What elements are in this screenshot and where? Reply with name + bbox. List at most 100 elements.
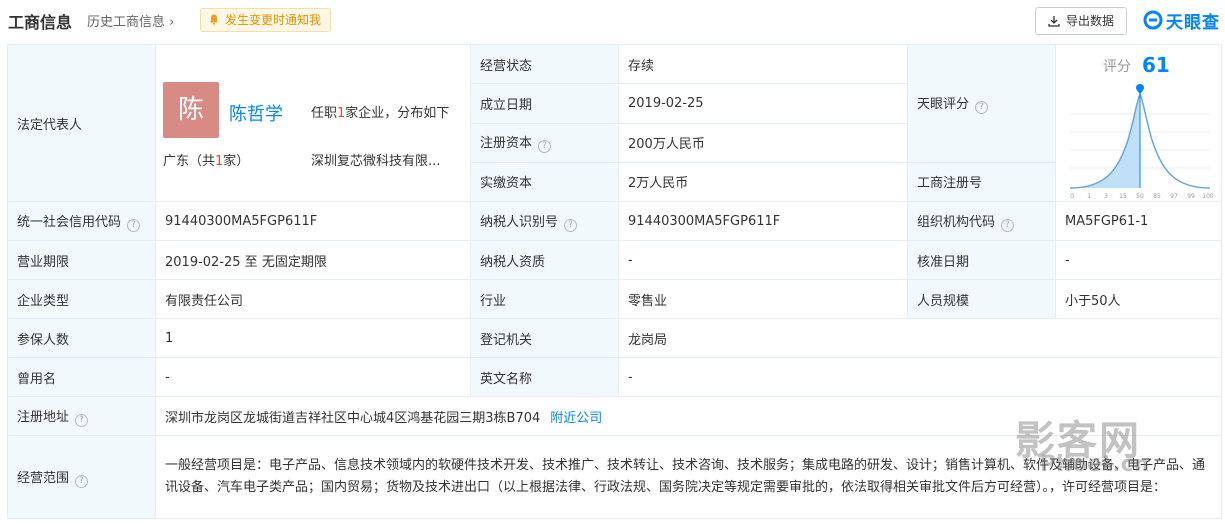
logo-icon bbox=[1143, 10, 1163, 30]
score-distribution-chart: 0 1 3 15 50 85 97 99 100 bbox=[1069, 84, 1214, 200]
paid-capital-value: 2万人民币 bbox=[618, 161, 908, 203]
bell-icon bbox=[209, 14, 219, 25]
address-label-text: 注册地址 bbox=[17, 409, 70, 425]
help-icon[interactable]: ? bbox=[1001, 218, 1015, 232]
credit-label-text: 统一社会信用代码 bbox=[17, 214, 122, 230]
tianyan-score-label: 天眼评分? bbox=[907, 44, 1056, 163]
watermark-sub: Phoet.cn bbox=[1040, 452, 1150, 477]
capital-label-text: 注册资本 bbox=[480, 136, 533, 152]
positions-prefix: 任职 bbox=[311, 106, 338, 121]
export-data-button[interactable]: 导出数据 bbox=[1035, 7, 1127, 35]
tax-qualification-value: - bbox=[618, 240, 908, 280]
score-tick-label: 99 bbox=[1187, 193, 1195, 200]
table-row: 法定代表人 陈 陈哲学 任职1家企业，分布如下 广东（共1家） 深圳复芯微科技有… bbox=[7, 43, 1222, 202]
industry-value: 零售业 bbox=[618, 279, 908, 319]
help-icon[interactable]: ? bbox=[975, 100, 989, 114]
score-axis-ticks: 0 1 3 15 50 85 97 99 100 bbox=[1070, 193, 1214, 200]
status-value: 存续 bbox=[618, 43, 908, 85]
chevron-right-icon: › bbox=[169, 15, 175, 30]
credit-code-value: 91440300MA5FGP611F bbox=[155, 201, 471, 241]
staff-size-value: 小于50人 bbox=[1055, 279, 1222, 319]
score-tick-label: 1 bbox=[1087, 193, 1091, 200]
legal-rep-cell: 陈 陈哲学 任职1家企业，分布如下 广东（共1家） 深圳复芯微科技有限... bbox=[155, 44, 471, 202]
address-value: 深圳市龙岗区龙城街道吉祥社区中心城4区鸿基花园三期3栋B704 bbox=[165, 410, 541, 426]
export-label: 导出数据 bbox=[1066, 14, 1115, 28]
tianyancha-logo: 天眼查 bbox=[1143, 7, 1220, 33]
approve-date-label: 核准日期 bbox=[907, 240, 1056, 280]
legal-rep-region[interactable]: 广东（共1家） bbox=[163, 150, 249, 169]
orgcode-label-text: 组织机构代码 bbox=[917, 214, 996, 230]
staff-size-label: 人员规模 bbox=[907, 279, 1056, 319]
help-icon[interactable]: ? bbox=[127, 218, 141, 232]
score-row-label: 天眼评分 bbox=[917, 96, 970, 112]
logo-text: 天眼查 bbox=[1166, 12, 1220, 33]
history-link-label: 历史工商信息 bbox=[87, 15, 166, 30]
download-icon bbox=[1048, 16, 1060, 27]
scope-label-text: 经营范围 bbox=[17, 470, 70, 486]
reg-number-label: 工商注册号 bbox=[907, 161, 1056, 203]
score-marker-pin bbox=[1136, 84, 1144, 94]
region-suffix: 家） bbox=[223, 154, 250, 169]
score-tick-label: 100 bbox=[1202, 193, 1214, 200]
section-title: 工商信息 bbox=[8, 13, 73, 32]
legal-rep-positions: 任职1家企业，分布如下 bbox=[311, 102, 449, 121]
score-tick-label: 3 bbox=[1104, 193, 1108, 200]
help-icon[interactable]: ? bbox=[75, 474, 89, 488]
business-term-label: 营业期限 bbox=[7, 240, 156, 280]
help-icon[interactable]: ? bbox=[564, 218, 578, 232]
status-label: 经营状态 bbox=[470, 43, 619, 85]
former-name-label: 曾用名 bbox=[7, 357, 156, 397]
address-label: 注册地址? bbox=[7, 396, 156, 436]
score-label: 评分 bbox=[1103, 59, 1131, 75]
score-tick-label: 15 bbox=[1119, 193, 1127, 200]
table-row: 曾用名 - 英文名称 - bbox=[7, 357, 1222, 397]
section-header: 工商信息 历史工商信息 › 发生变更时通知我 导出数据 天眼查 bbox=[0, 0, 1225, 44]
insured-count-label: 参保人数 bbox=[7, 318, 156, 358]
legal-rep-label: 法定代表人 bbox=[7, 44, 156, 202]
table-row: 营业期限 2019-02-25 至 无固定期限 纳税人资质 - 核准日期 - bbox=[7, 240, 1222, 280]
credit-code-label: 统一社会信用代码? bbox=[7, 201, 156, 241]
established-value: 2019-02-25 bbox=[618, 83, 908, 124]
help-icon[interactable]: ? bbox=[75, 413, 89, 427]
distribution-curve-fill bbox=[1070, 94, 1140, 188]
tax-id-value: 91440300MA5FGP611F bbox=[618, 201, 908, 241]
table-row: 统一社会信用代码? 91440300MA5FGP611F 纳税人识别号? 914… bbox=[7, 201, 1222, 241]
reg-authority-value: 龙岗局 bbox=[618, 318, 1222, 358]
avatar[interactable]: 陈 bbox=[163, 82, 219, 138]
paid-capital-label: 实缴资本 bbox=[470, 161, 619, 203]
tax-qualification-label: 纳税人资质 bbox=[470, 240, 619, 280]
company-type-value: 有限责任公司 bbox=[155, 279, 471, 319]
business-scope-label: 经营范围? bbox=[7, 435, 156, 519]
legal-rep-name[interactable]: 陈哲学 bbox=[229, 100, 283, 126]
positions-suffix: 家企业，分布如下 bbox=[345, 106, 450, 121]
reg-authority-label: 登记机关 bbox=[470, 318, 619, 358]
reg-capital-label: 注册资本? bbox=[470, 122, 619, 163]
org-code-label: 组织机构代码? bbox=[907, 201, 1056, 241]
industry-label: 行业 bbox=[470, 279, 619, 319]
tax-id-label: 纳税人识别号? bbox=[470, 201, 619, 241]
score-tick-label: 97 bbox=[1170, 193, 1178, 200]
help-icon[interactable]: ? bbox=[538, 140, 552, 154]
reg-capital-value: 200万人民币 bbox=[618, 122, 908, 163]
history-info-link[interactable]: 历史工商信息 › bbox=[87, 11, 174, 30]
notify-on-change-button[interactable]: 发生变更时通知我 bbox=[200, 8, 332, 32]
nearby-companies-link[interactable]: 附近公司 bbox=[550, 411, 602, 426]
business-term-value: 2019-02-25 至 无固定期限 bbox=[155, 240, 471, 280]
score-tick-label: 50 bbox=[1136, 193, 1144, 200]
taxid-label-text: 纳税人识别号 bbox=[480, 214, 559, 230]
score-tick-label: 0 bbox=[1070, 193, 1074, 200]
score-value[interactable]: 61 bbox=[1142, 53, 1170, 77]
insured-count-value: 1 bbox=[155, 318, 471, 358]
score-cell: 评分 61 0 1 3 15 50 85 97 99 100 bbox=[1055, 44, 1222, 202]
legal-rep-company[interactable]: 深圳复芯微科技有限... bbox=[311, 150, 440, 169]
former-name-value: - bbox=[155, 357, 471, 397]
org-code-value: MA5FGP61-1 bbox=[1055, 201, 1222, 241]
established-label: 成立日期 bbox=[470, 83, 619, 124]
score-tick-label: 85 bbox=[1153, 193, 1161, 200]
table-row: 企业类型 有限责任公司 行业 零售业 人员规模 小于50人 bbox=[7, 279, 1222, 319]
region-prefix: 广东（共 bbox=[163, 154, 216, 169]
notify-label: 发生变更时通知我 bbox=[225, 13, 322, 27]
english-name-label: 英文名称 bbox=[470, 357, 619, 397]
company-type-label: 企业类型 bbox=[7, 279, 156, 319]
table-row: 参保人数 1 登记机关 龙岗局 bbox=[7, 318, 1222, 358]
